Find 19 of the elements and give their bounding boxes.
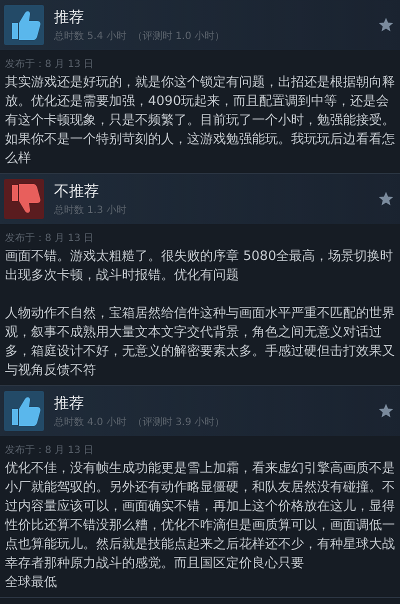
playtime-at-review: （评测时 3.9 小时） bbox=[132, 416, 225, 428]
review-text: 其实游戏还是好玩的，就是你这个锁定有问题，出招还是根据朝向释放。优化还是需要加强，4090玩起来，而且配置调到中等，还是会有这个卡顿现象，只是不频繁了。目前玩了一个小时，勉强能接受。如果你不是一个特别苛刻的人，这游戏勉强能玩。我玩玩后边看看怎么样 bbox=[5, 74, 395, 168]
posted-date: 发布于：8 月 13 日 bbox=[4, 444, 95, 458]
review-text: 画面不错。游戏太粗糙了。很失败的序章 5080全最高，场景切换时出现多次卡顿，战斗时报错。优化有问题 bbox=[5, 248, 394, 285]
review-text: 优化不佳，没有帧生成功能更是雪上加霜，看来虚幻引擎高画质不是小厂就能驾驭的。另外还有动作略显僵硬，和队友居然没有碰撞。不过内容量应该可以，画面确实不错，再加上这个价格放在这儿，显得性价比还算不错没那么糟，优化不咋滴但是画质算可以，画面调低一点也算能玩儿。然后就是技能点起来之后花样还不少，有种星球大战幸存者那种原力战斗的感觉。而且国区定价良心只要 bbox=[5, 460, 395, 573]
playtime-total: 总时数 1.3 小时 bbox=[54, 204, 126, 216]
review-text: 人物动作不自然，宝箱居然给信件这种与画面水平严重不匹配的世界观，叙事不成熟用大量文本文字交代背景，角色之间无意义对话过多，箱庭设计不好，无意义的解密要素太多。手感过硬但击打效果又与视角反馈不符 bbox=[5, 305, 395, 380]
star-icon[interactable] bbox=[378, 403, 394, 419]
review-verdict: 推荐 bbox=[54, 8, 85, 26]
star-icon[interactable] bbox=[378, 17, 394, 33]
playtime-total: 总时数 5.4 小时 bbox=[54, 30, 126, 42]
posted-date: 发布于：8 月 13 日 bbox=[4, 58, 95, 72]
playtime-at-review: （评测时 1.0 小时） bbox=[132, 30, 225, 42]
review-verdict: 不推荐 bbox=[54, 182, 100, 200]
star-icon[interactable] bbox=[378, 191, 394, 207]
review-verdict: 推荐 bbox=[54, 394, 85, 412]
review-text: 全球最低 bbox=[5, 574, 58, 592]
playtime-total: 总时数 4.0 小时 bbox=[54, 416, 126, 428]
posted-date: 发布于：8 月 13 日 bbox=[4, 232, 95, 246]
